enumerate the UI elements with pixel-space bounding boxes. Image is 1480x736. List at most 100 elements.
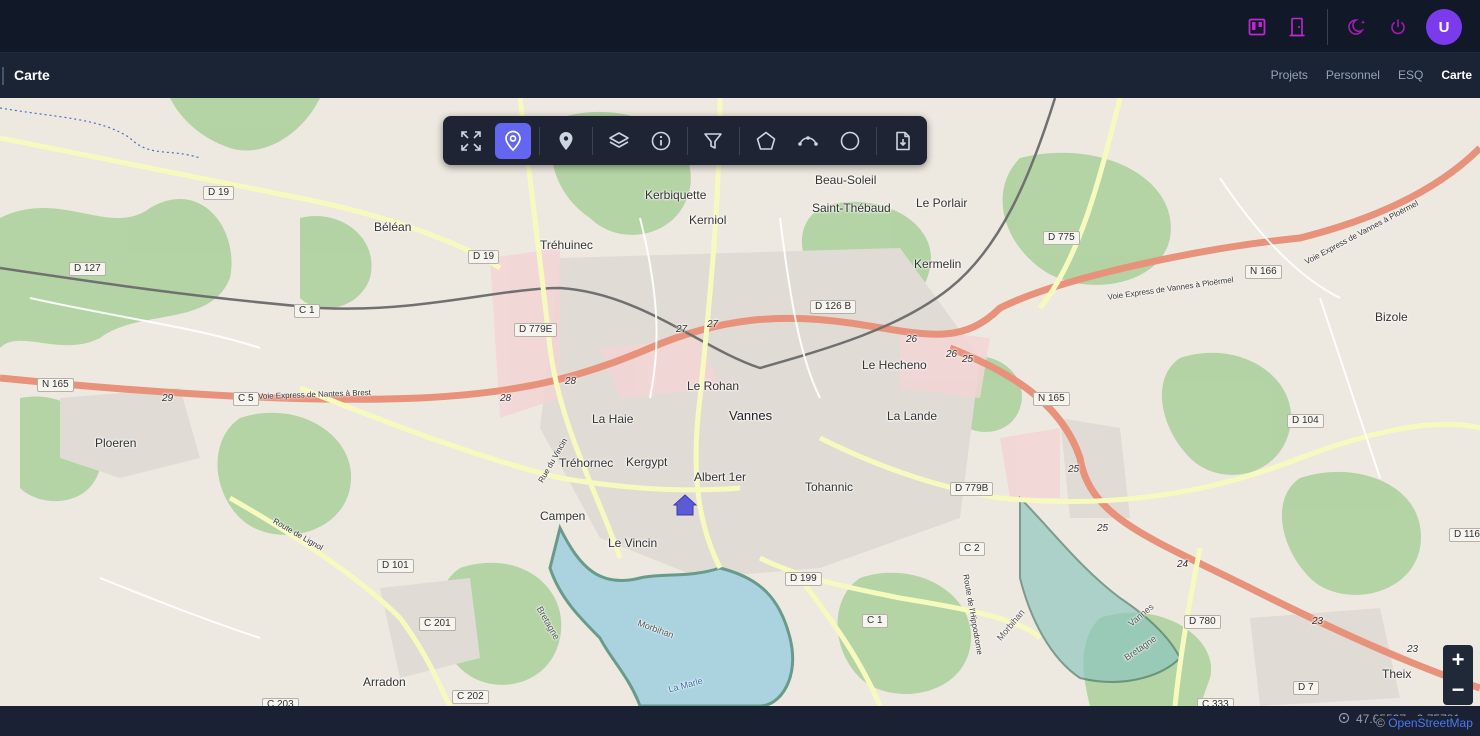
home-marker-icon[interactable]: [673, 493, 697, 517]
road-ref: D 104: [1287, 414, 1324, 428]
place-label: Kerbiquette: [645, 188, 707, 202]
attribution-prefix: ©: [1376, 716, 1385, 730]
fullscreen-icon: [461, 130, 481, 151]
toolbar-separator: [538, 126, 540, 155]
place-label: Kerniol: [689, 213, 727, 227]
road-ref: D 126 B: [810, 300, 857, 314]
place-label: Theix: [1382, 667, 1412, 681]
road-ref: C 2: [959, 542, 985, 556]
circle-icon: [840, 131, 860, 150]
road-ref: D 116: [1449, 528, 1480, 542]
top-actions: U: [1231, 9, 1462, 45]
page-title: Carte: [14, 67, 50, 83]
toolbar-separator: [686, 126, 688, 155]
road-ref: N 166: [1245, 265, 1282, 279]
road-ref: N 165: [1033, 392, 1070, 406]
place-label: Tréhuinec: [540, 238, 593, 252]
road-ref: C 203: [262, 698, 299, 706]
marker-button[interactable]: [548, 123, 584, 159]
location-pin-button[interactable]: [494, 122, 531, 159]
place-label: Béléan: [374, 220, 412, 234]
junction-number: 27: [676, 324, 688, 335]
polyline-button[interactable]: [790, 123, 826, 159]
road-ref: C 202: [452, 690, 489, 704]
road-ref: C 5: [233, 392, 259, 406]
title-accent: [2, 67, 4, 85]
road-ref: D 7: [1293, 681, 1319, 695]
road-ref: C 1: [294, 304, 320, 318]
user-avatar[interactable]: U: [1426, 9, 1462, 45]
place-label: Le Vincin: [608, 536, 658, 550]
zoom-in-button[interactable]: +: [1443, 645, 1473, 675]
marker-icon: [559, 131, 573, 150]
polyline-icon: [798, 135, 819, 146]
place-label: Arradon: [363, 675, 406, 689]
place-label: Le Porlair: [916, 196, 968, 210]
theme-moon-icon[interactable]: [1344, 13, 1372, 41]
export-file-icon: [896, 131, 910, 150]
breadcrumb-esq[interactable]: ESQ: [1398, 68, 1423, 82]
road-ref: D 19: [203, 186, 235, 200]
place-label: Beau-Soleil: [815, 173, 877, 187]
location-pin-icon: [505, 130, 521, 151]
place-label: Bizole: [1375, 310, 1408, 324]
export-file-button[interactable]: [885, 123, 921, 159]
info-icon: [651, 131, 670, 150]
power-icon[interactable]: [1384, 13, 1412, 41]
place-label: Le Hecheno: [862, 358, 927, 372]
map-canvas[interactable]: Kerbiquette Kerniol Beau-Soleil Saint-Th…: [0, 98, 1480, 706]
road-ref: D 780: [1184, 615, 1221, 629]
place-label: Vannes: [729, 408, 773, 423]
filter-icon: [704, 132, 723, 149]
junction-number: 27: [707, 319, 719, 330]
layers-icon: [608, 131, 629, 148]
breadcrumb-carte: Carte: [1441, 68, 1472, 82]
junction-number: 29: [162, 393, 174, 404]
road-ref: N 165: [37, 378, 74, 392]
zoom-out-button[interactable]: −: [1443, 675, 1473, 705]
breadcrumb-personnel[interactable]: Personnel: [1326, 68, 1380, 82]
place-label: Kergypt: [626, 455, 668, 469]
road-ref: C 201: [419, 617, 456, 631]
kanban-icon[interactable]: [1243, 13, 1271, 41]
place-label: La Lande: [887, 409, 938, 423]
toolbar-separator: [876, 126, 878, 155]
junction-number: 25: [962, 354, 974, 365]
junction-number: 25: [1068, 464, 1080, 475]
door-icon[interactable]: [1283, 13, 1311, 41]
crosshair-icon: [1338, 712, 1350, 724]
place-label: Le Rohan: [687, 379, 740, 393]
junction-number: 26: [946, 349, 958, 360]
place-label: Tohannic: [805, 480, 854, 494]
road-ref: D 775: [1043, 231, 1080, 245]
place-label: Campen: [540, 509, 586, 523]
junction-number: 24: [1177, 559, 1189, 570]
toolbar-separator: [739, 126, 741, 155]
breadcrumb-projets[interactable]: Projets: [1271, 68, 1308, 82]
junction-number: 23: [1312, 616, 1324, 627]
junction-number: 28: [565, 376, 577, 387]
polygon-button[interactable]: [748, 123, 784, 159]
place-label: La Haie: [592, 412, 634, 426]
road-ref: D 101: [377, 559, 414, 573]
layers-button[interactable]: [601, 123, 637, 159]
zoom-control: + −: [1443, 645, 1473, 705]
filter-button[interactable]: [696, 123, 732, 159]
sub-header: Carte Projets Personnel ESQ Carte: [0, 53, 1480, 98]
place-label: Kermelin: [914, 257, 962, 271]
place-label: Albert 1er: [694, 470, 747, 484]
info-button[interactable]: [643, 123, 679, 159]
breadcrumb: Projets Personnel ESQ Carte: [1253, 68, 1472, 82]
polygon-icon: [757, 131, 776, 150]
header-divider: [1327, 9, 1328, 45]
place-label: Saint-Thébaud: [812, 201, 891, 215]
road-ref: D 199: [785, 572, 822, 586]
place-label: Ploeren: [95, 436, 137, 450]
junction-number: 28: [500, 393, 512, 404]
road-ref: D 779E: [514, 323, 558, 337]
attribution-link[interactable]: OpenStreetMap: [1388, 716, 1473, 730]
fullscreen-button[interactable]: [453, 123, 489, 159]
circle-button[interactable]: [832, 123, 868, 159]
junction-number: 23: [1407, 644, 1419, 655]
status-bar: 47.65537, -2.75781 © OpenStreetMap: [0, 706, 1480, 736]
